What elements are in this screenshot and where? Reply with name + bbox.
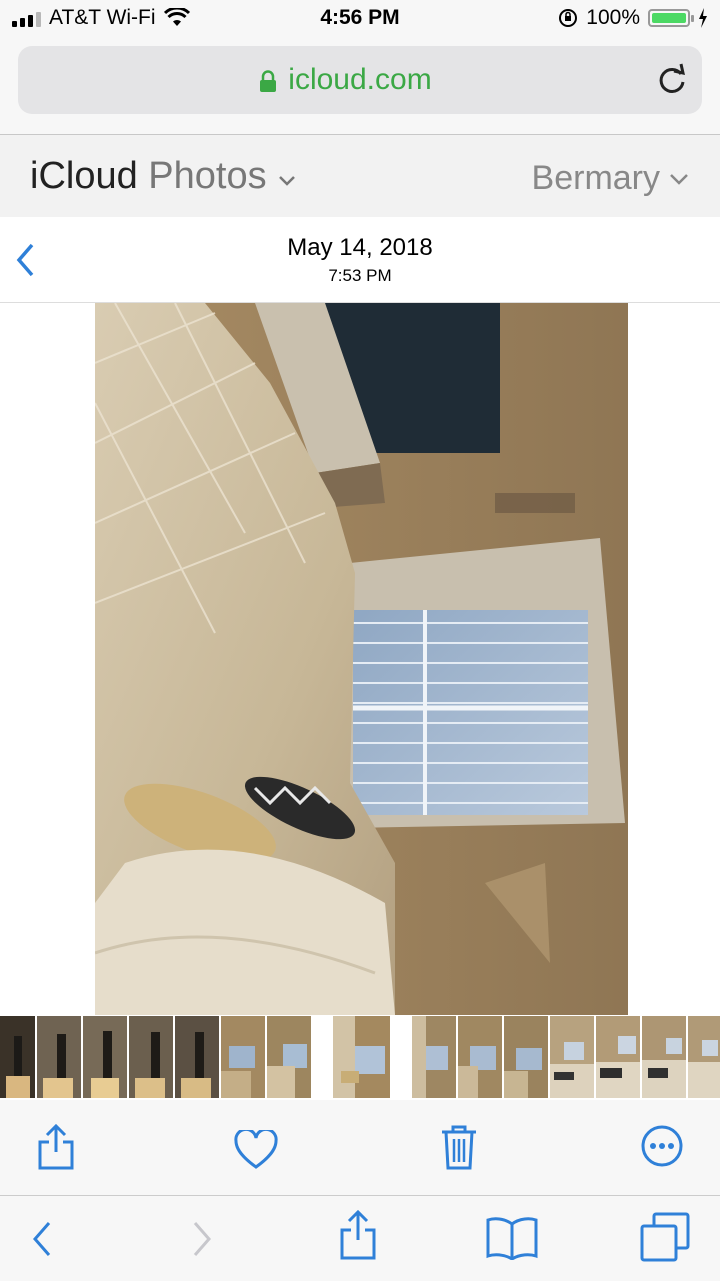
url-text: icloud.com [288, 63, 432, 96]
charging-icon [699, 8, 707, 28]
photo-date: May 14, 2018 [287, 234, 433, 261]
account-menu[interactable]: Bermary [532, 159, 690, 198]
photo-viewer[interactable] [0, 303, 720, 1015]
photo-time: 7:53 PM [328, 266, 392, 285]
thumbnail[interactable] [37, 1016, 81, 1098]
photo-actions-toolbar [0, 1100, 720, 1196]
share-icon[interactable] [36, 1124, 76, 1170]
thumbnail[interactable] [175, 1016, 219, 1098]
app-switcher[interactable]: iCloud Photos [30, 155, 297, 198]
thumbnail[interactable] [267, 1016, 311, 1098]
thumbnail[interactable] [221, 1016, 265, 1098]
trash-icon[interactable] [440, 1124, 478, 1170]
battery-icon [648, 9, 694, 27]
thumbnail[interactable] [550, 1016, 594, 1098]
brand-icloud: iCloud [30, 155, 138, 197]
reload-icon[interactable] [656, 62, 688, 96]
forward-icon[interactable] [190, 1220, 214, 1258]
chevron-down-icon [279, 176, 296, 186]
chevron-down-icon [670, 173, 688, 185]
account-name: Bermary [531, 159, 660, 197]
thumbnail[interactable] [412, 1016, 456, 1098]
thumbnail[interactable] [0, 1016, 35, 1098]
thumbnail[interactable] [596, 1016, 640, 1098]
address-field[interactable]: icloud.com [18, 46, 702, 114]
heart-icon[interactable] [234, 1130, 278, 1170]
bookmarks-icon[interactable] [486, 1216, 538, 1260]
browser-url-bar: icloud.com [0, 40, 720, 135]
brand-photos: Photos [148, 155, 267, 197]
safari-toolbar [0, 1196, 720, 1281]
back-icon[interactable] [30, 1220, 54, 1258]
thumbnail[interactable] [504, 1016, 548, 1098]
thumbnail[interactable] [642, 1016, 686, 1098]
bedroom-photo [95, 303, 628, 1015]
photo-filmstrip [0, 1016, 720, 1098]
icloud-header: iCloud Photos Bermary [0, 135, 720, 217]
thumbnail[interactable] [129, 1016, 173, 1098]
more-icon[interactable] [640, 1124, 684, 1168]
thumbnail-current[interactable] [333, 1016, 390, 1098]
tabs-icon[interactable] [640, 1212, 690, 1262]
thumbnail[interactable] [83, 1016, 127, 1098]
photo-nav-bar: May 14, 2018 7:53 PM [0, 218, 720, 303]
battery-percent: 100% [586, 6, 640, 29]
thumbnail[interactable] [458, 1016, 502, 1098]
share-icon[interactable] [338, 1210, 378, 1260]
thumbnail[interactable] [688, 1016, 720, 1098]
rotation-lock-icon [559, 9, 578, 27]
status-bar: AT&T Wi-Fi 4:56 PM 100% [0, 0, 720, 40]
status-right: 100% [558, 6, 708, 30]
